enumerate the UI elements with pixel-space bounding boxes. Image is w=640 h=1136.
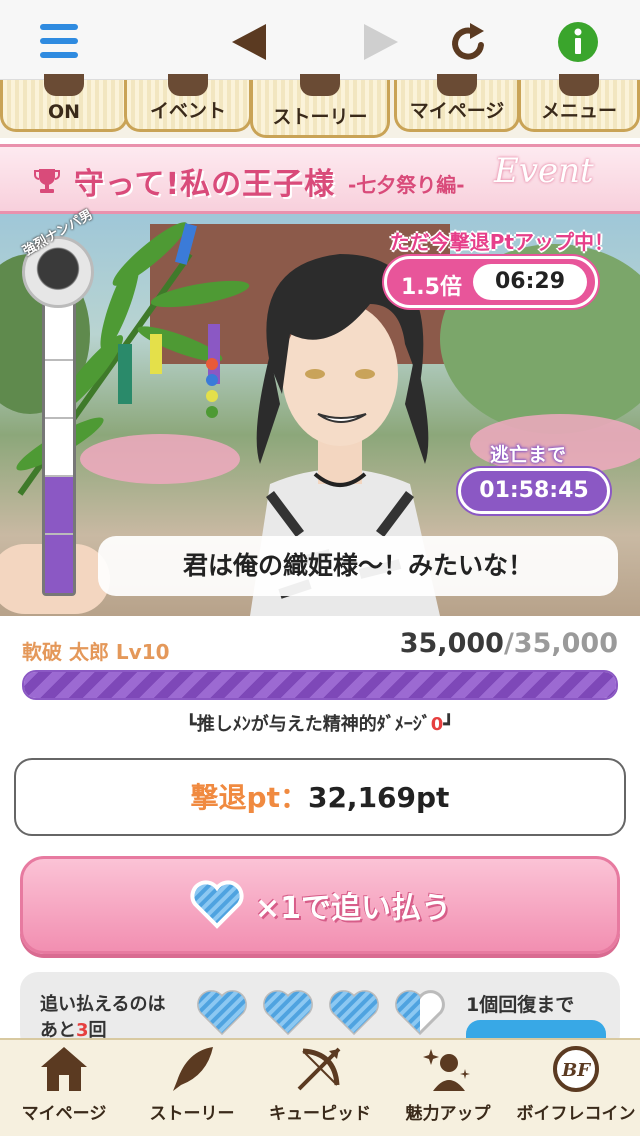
- nav-cupid[interactable]: キューピッド: [256, 1040, 384, 1136]
- event-script-label: Event: [494, 151, 594, 191]
- game-menu-tabs: ON イベント ストーリー マイページ メニュー: [0, 74, 640, 138]
- tab-mypage[interactable]: マイページ: [394, 74, 520, 132]
- sparkle-person-icon: [423, 1049, 470, 1091]
- gauge-divider: [45, 359, 73, 361]
- event-banner[interactable]: 守って!私の王子様 -七夕祭り編- Event: [0, 144, 640, 214]
- nav-bf-coin-label: ボイフレコイン: [516, 1104, 636, 1124]
- damage-value: 0: [430, 714, 444, 735]
- tab-event-label: イベント: [149, 100, 226, 122]
- recovery-label: 1個回復まで: [466, 994, 575, 1016]
- escape-gauge-fill: [45, 477, 73, 593]
- trophy-tab-icon: [168, 74, 208, 96]
- stamina-hearts: [196, 990, 446, 1036]
- escape-timer: 01:58:45: [458, 468, 610, 514]
- enemy-hp-max: /35,000: [503, 628, 618, 659]
- tab-on-label: ON: [47, 101, 81, 123]
- tab-menu-label: メニュー: [540, 100, 617, 122]
- chase-away-button[interactable]: ×1で追い払う: [20, 856, 620, 954]
- bf-coin-icon: BF: [553, 1046, 599, 1092]
- repel-points-label: 撃退pt：: [190, 781, 308, 814]
- quill-icon: [173, 1047, 213, 1091]
- trophy-icon: [34, 169, 60, 193]
- bonus-timer: 06:29: [473, 264, 587, 300]
- info-icon[interactable]: [554, 18, 602, 66]
- tab-story[interactable]: ストーリー: [250, 74, 390, 138]
- enemy-name: 軟破 太郎 Lv10: [22, 640, 170, 664]
- enemy-hp-current: 35,000: [399, 628, 504, 659]
- hamburger-icon[interactable]: [36, 18, 84, 66]
- stamina-line1: 追い払えるのは: [40, 994, 166, 1015]
- bow-arrow-icon: [297, 1047, 341, 1091]
- nav-charm-up[interactable]: 魅力アップ: [384, 1040, 512, 1136]
- back-triangle-icon[interactable]: [226, 18, 274, 66]
- escape-label: 逃亡まで: [490, 444, 567, 466]
- event-subtitle: -七夕祭り編-: [348, 173, 465, 197]
- damage-label: ┗推しﾒﾝが与えた精神的ﾀﾞﾒｰｼﾞ: [185, 714, 431, 735]
- forward-triangle-icon[interactable]: [356, 18, 404, 66]
- repel-points-value: 32,169pt: [307, 781, 450, 814]
- tab-story-label: ストーリー: [272, 106, 368, 128]
- tab-on[interactable]: ON: [0, 74, 128, 132]
- damage-end: ┛: [443, 714, 455, 735]
- reload-icon[interactable]: [444, 18, 492, 66]
- quill-tab-icon: [300, 74, 340, 96]
- heart-icon: [190, 880, 244, 929]
- top-toolbar: [0, 0, 640, 80]
- menu-tab-icon: [559, 74, 599, 96]
- nav-story-label: ストーリー: [149, 1104, 235, 1124]
- chase-away-label: ×1で追い払う: [254, 891, 451, 926]
- escape-gauge: [42, 300, 76, 596]
- tab-on-icon: [44, 74, 84, 96]
- nav-story[interactable]: ストーリー: [128, 1040, 256, 1136]
- bonus-multiplier-box: 1.5倍 06:29: [384, 256, 598, 308]
- damage-readout: ┗推しﾒﾝが与えた精神的ﾀﾞﾒｰｼﾞ0┛: [0, 710, 640, 736]
- bonus-notice: ただ今撃退Ptアップ中！: [389, 230, 614, 254]
- gauge-divider: [45, 475, 73, 477]
- stamina-heart-icon: [395, 990, 445, 1036]
- stamina-heart-icon: [197, 990, 247, 1036]
- nav-bf-coin[interactable]: BF ボイフレコイン: [512, 1040, 640, 1136]
- home-icon: [41, 1047, 87, 1091]
- svg-text:BF: BF: [561, 1060, 591, 1081]
- nav-mypage[interactable]: マイページ: [0, 1040, 128, 1136]
- tab-mypage-label: マイページ: [409, 100, 505, 122]
- nav-charm-up-label: 魅力アップ: [405, 1104, 491, 1124]
- enemy-hp-bar-fill: [24, 672, 616, 698]
- repel-points-box: 撃退pt：32,169pt: [14, 758, 626, 836]
- gauge-divider: [45, 417, 73, 419]
- home-tab-icon: [437, 74, 477, 96]
- tab-menu[interactable]: メニュー: [518, 74, 640, 132]
- speech-bubble: 君は俺の織姫様〜！みたいな！: [98, 536, 618, 596]
- tab-event[interactable]: イベント: [124, 74, 252, 132]
- stamina-heart-icon: [263, 990, 313, 1036]
- nav-mypage-label: マイページ: [21, 1104, 107, 1124]
- bottom-navigation: マイページ ストーリー キューピッド 魅力アップ BF ボイフレコイン: [0, 1038, 640, 1136]
- gauge-divider: [45, 533, 73, 535]
- stamina-heart-icon: [329, 990, 379, 1036]
- event-title: 守って!私の王子様: [74, 167, 336, 202]
- bonus-multiplier: 1.5倍: [401, 275, 462, 300]
- enemy-hp-bar: [22, 670, 618, 700]
- enemy-hp: 35,000/35,000: [400, 628, 618, 659]
- nav-cupid-label: キューピッド: [269, 1104, 371, 1124]
